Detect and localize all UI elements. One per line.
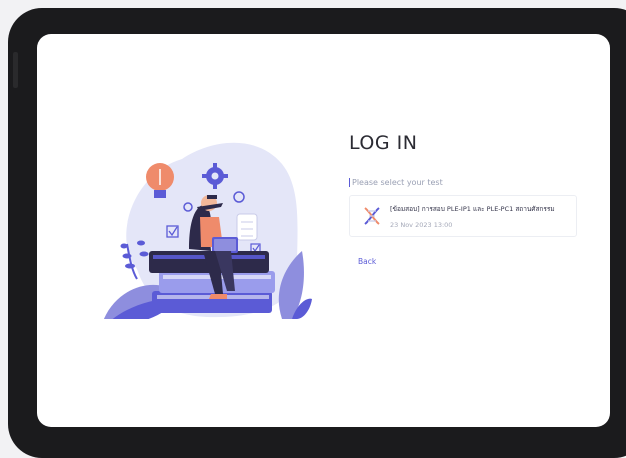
- tablet-side-button: [13, 52, 18, 88]
- back-link[interactable]: Back: [358, 257, 376, 266]
- database-icon: [236, 213, 258, 241]
- dna-icon: [364, 207, 380, 225]
- test-option-date: 23 Nov 2023 13:00: [390, 220, 453, 229]
- student-illustration: [104, 142, 312, 319]
- test-option-name: [ข้อมสอบ] การสอบ PLE-IP1 และ PLE-PC1 สถา…: [390, 204, 555, 213]
- select-test-prompt: Please select your test: [349, 178, 589, 187]
- test-option-text: [ข้อมสอบ] การสอบ PLE-IP1 และ PLE-PC1 สถา…: [390, 204, 555, 229]
- login-panel: LOG IN Please select your test [ข้อมสอบ]…: [349, 132, 589, 268]
- page-title: LOG IN: [349, 132, 418, 154]
- test-option-card[interactable]: [ข้อมสอบ] การสอบ PLE-IP1 และ PLE-PC1 สถา…: [349, 195, 577, 237]
- screen: LOG IN Please select your test [ข้อมสอบ]…: [37, 34, 610, 427]
